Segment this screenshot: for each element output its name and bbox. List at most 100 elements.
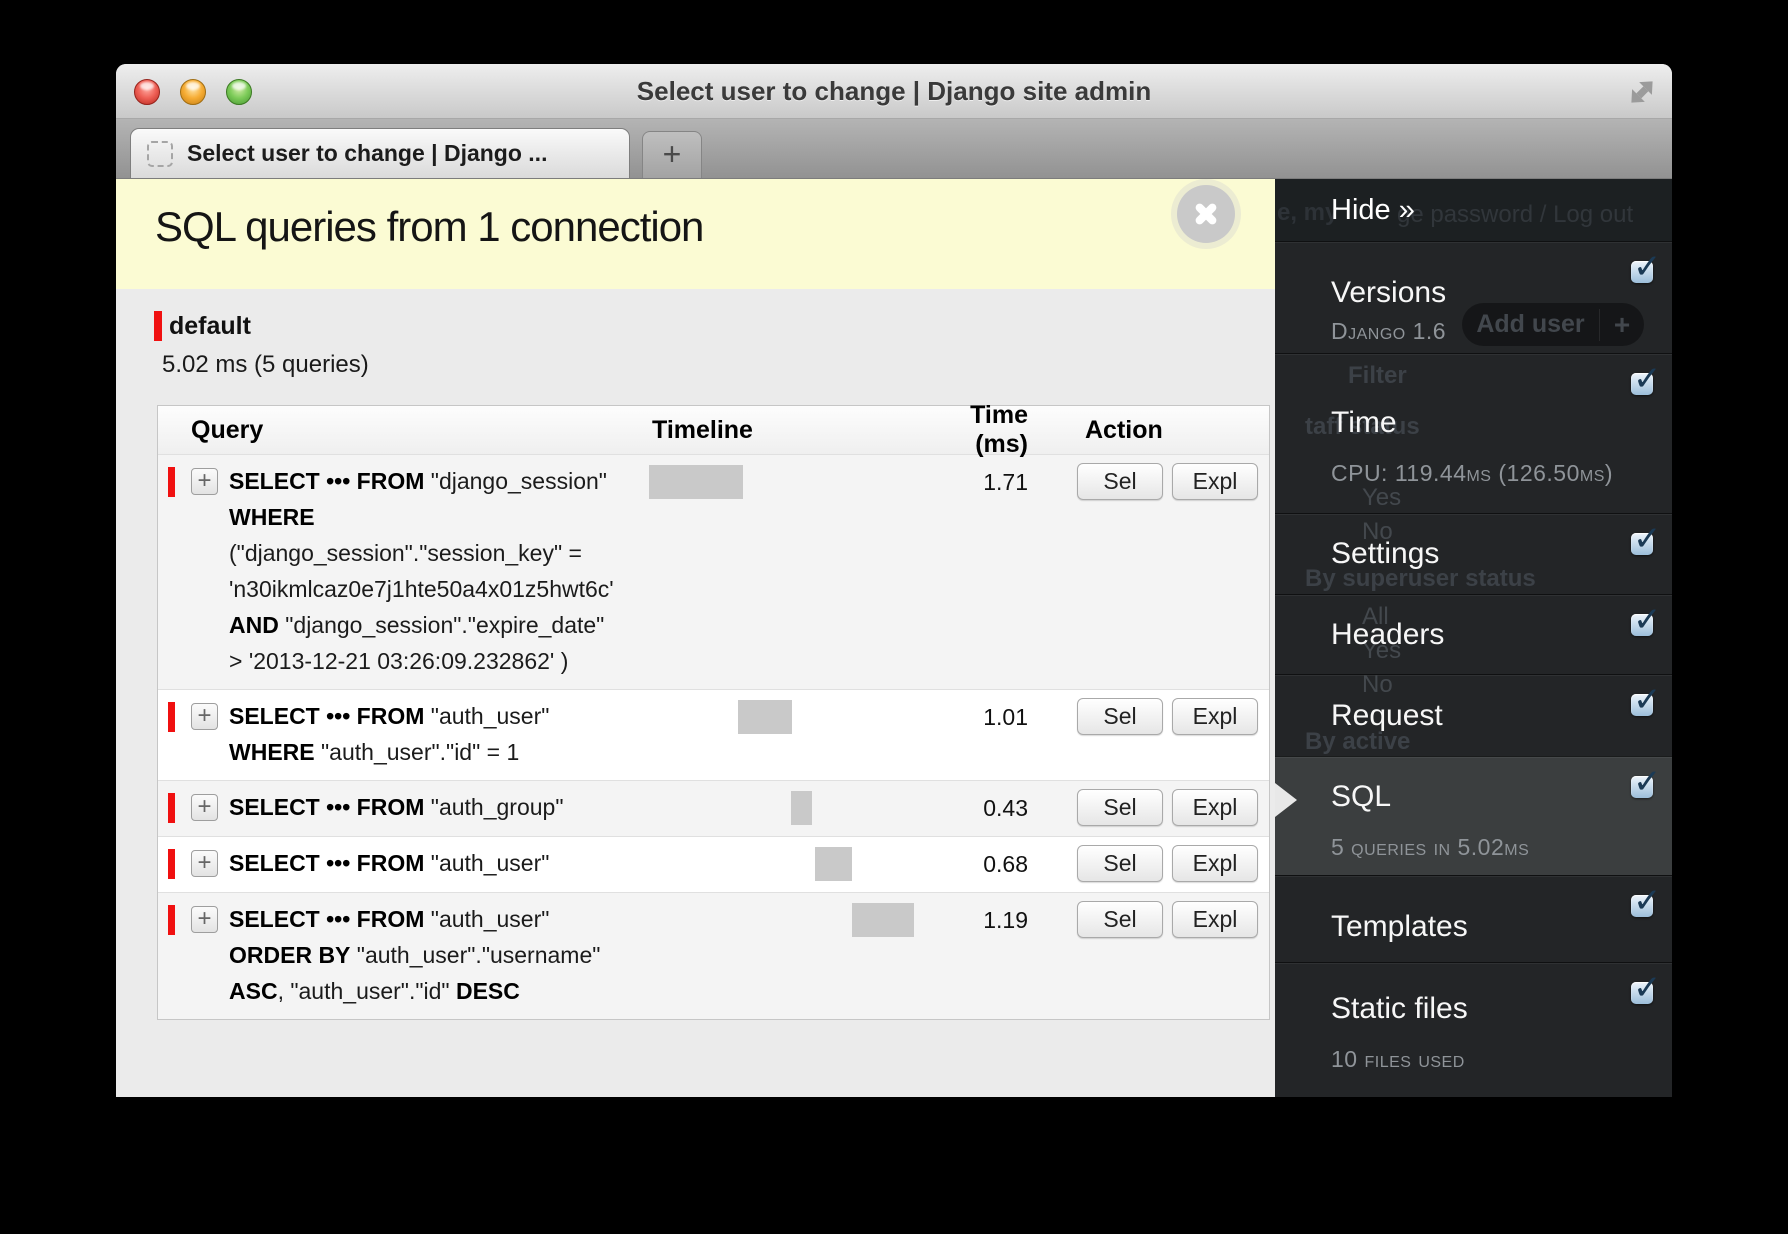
explain-button[interactable]: Expl: [1172, 463, 1258, 500]
section-title[interactable]: Versions: [1331, 276, 1672, 310]
tab-title: Select user to change | Django ...: [187, 140, 547, 167]
toolbar-section-templates[interactable]: Templates: [1275, 875, 1672, 962]
new-tab-button[interactable]: +: [642, 131, 702, 178]
connection-name: default: [169, 312, 251, 341]
toolbar-section-settings[interactable]: Settings: [1275, 513, 1672, 594]
col-header-query: Query: [158, 416, 628, 445]
panel-header: SQL queries from 1 connection: [116, 179, 1275, 289]
expand-query-button[interactable]: +: [191, 703, 218, 730]
expand-query-button[interactable]: +: [191, 468, 218, 495]
col-header-time: Time (ms): [918, 401, 1028, 459]
sql-text-line: SELECT ••• FROM "auth_user": [229, 698, 628, 734]
query-rows: + SELECT ••• FROM "django_session"WHERE("…: [158, 454, 1269, 1019]
col-header-timeline: Timeline: [628, 416, 918, 445]
sql-panel: SQL queries from 1 connection default 5.…: [116, 179, 1275, 1097]
connection-color-bar: [154, 311, 162, 341]
section-title[interactable]: Templates: [1331, 910, 1672, 944]
explain-button[interactable]: Expl: [1172, 789, 1258, 826]
query-row: + SELECT ••• FROM "auth_user" 0.68 SelExpl: [158, 836, 1269, 892]
section-checkbox-versions[interactable]: [1631, 261, 1653, 283]
sql-text-line: > '2013-12-21 03:26:09.232862' ): [229, 643, 628, 679]
sql-text-line: SELECT ••• FROM "auth_group": [229, 789, 628, 825]
section-checkbox-headers[interactable]: [1631, 614, 1653, 636]
sql-text-line: WHERE "auth_user"."id" = 1: [229, 734, 628, 770]
timeline-bar: [815, 847, 852, 881]
section-title[interactable]: Headers: [1331, 618, 1672, 652]
window-title: Select user to change | Django site admi…: [116, 64, 1672, 118]
select-button[interactable]: Sel: [1077, 789, 1163, 826]
sql-text-line: AND "django_session"."expire_date": [229, 607, 628, 643]
section-title[interactable]: Time: [1331, 406, 1672, 440]
sql-text-line: SELECT ••• FROM "django_session": [229, 463, 628, 499]
tab-bar: Select user to change | Django ... +: [116, 119, 1672, 179]
toolbar-section-static-files[interactable]: Static files 10 files used: [1275, 962, 1672, 1097]
hide-toolbar-link[interactable]: Hide »: [1331, 194, 1415, 227]
section-checkbox-static-files[interactable]: [1631, 982, 1653, 1004]
sql-text-line: SELECT ••• FROM "auth_user": [229, 845, 628, 881]
section-title[interactable]: SQL: [1331, 780, 1672, 814]
browser-tab[interactable]: Select user to change | Django ...: [130, 128, 630, 178]
section-title[interactable]: Request: [1331, 699, 1672, 733]
query-row: + SELECT ••• FROM "django_session"WHERE("…: [158, 454, 1269, 689]
section-checkbox-sql[interactable]: [1631, 776, 1653, 798]
section-checkbox-templates[interactable]: [1631, 895, 1653, 917]
query-time-ms: 1.01: [918, 698, 1028, 770]
toolbar-sections: Versions Django 1.6 Time CPU: 119.44ms (126…: [1275, 241, 1672, 1097]
toolbar-section-sql[interactable]: SQL 5 queries in 5.02ms: [1275, 756, 1672, 875]
connection-meta: default 5.02 ms (5 queries): [116, 289, 1275, 379]
query-color-bar: [168, 905, 175, 935]
query-time-ms: 0.43: [918, 789, 1028, 826]
section-checkbox-request[interactable]: [1631, 694, 1653, 716]
expand-query-button[interactable]: +: [191, 850, 218, 877]
query-color-bar: [168, 849, 175, 879]
timeline-bar: [852, 903, 914, 937]
section-title[interactable]: Static files: [1331, 992, 1672, 1026]
query-color-bar: [168, 467, 175, 497]
sql-text-line: ASC, "auth_user"."id" DESC: [229, 973, 628, 1009]
table-header-row: Query Timeline Time (ms) Action: [158, 406, 1269, 454]
query-time-ms: 0.68: [918, 845, 1028, 882]
query-row: + SELECT ••• FROM "auth_group" 0.43 SelExpl: [158, 780, 1269, 836]
explain-button[interactable]: Expl: [1172, 901, 1258, 938]
explain-button[interactable]: Expl: [1172, 698, 1258, 735]
favicon-placeholder-icon: [147, 141, 173, 167]
window-titlebar: Select user to change | Django site admi…: [116, 64, 1672, 119]
select-button[interactable]: Sel: [1077, 845, 1163, 882]
select-button[interactable]: Sel: [1077, 463, 1163, 500]
expand-query-button[interactable]: +: [191, 906, 218, 933]
sql-text-line: SELECT ••• FROM "auth_user": [229, 901, 628, 937]
query-time-ms: 1.19: [918, 901, 1028, 1009]
section-subtitle: CPU: 119.44ms (126.50ms): [1331, 460, 1672, 487]
timeline-bar: [791, 791, 812, 825]
query-row: + SELECT ••• FROM "auth_user"ORDER BY "au…: [158, 892, 1269, 1019]
section-subtitle: Django 1.6: [1331, 318, 1672, 345]
toolbar-section-headers[interactable]: Headers: [1275, 594, 1672, 674]
panel-title: SQL queries from 1 connection: [155, 203, 703, 251]
timeline-bar: [649, 465, 743, 499]
query-summary: 5.02 ms (5 queries): [162, 351, 1275, 379]
sql-text-line: WHERE: [229, 499, 628, 535]
query-row: + SELECT ••• FROM "auth_user"WHERE "auth_…: [158, 689, 1269, 780]
toolbar-section-request[interactable]: Request: [1275, 674, 1672, 756]
section-title[interactable]: Settings: [1331, 537, 1672, 571]
toolbar-header: Hide »: [1275, 179, 1672, 241]
select-button[interactable]: Sel: [1077, 698, 1163, 735]
section-subtitle: 10 files used: [1331, 1046, 1672, 1073]
close-panel-button[interactable]: [1177, 185, 1235, 243]
query-time-ms: 1.71: [918, 463, 1028, 679]
query-color-bar: [168, 793, 175, 823]
sql-text-line: ORDER BY "auth_user"."username": [229, 937, 628, 973]
col-header-action: Action: [1028, 416, 1163, 445]
toolbar-section-versions[interactable]: Versions Django 1.6: [1275, 241, 1672, 353]
sql-text-line: ("django_session"."session_key" =: [229, 535, 628, 571]
section-checkbox-time[interactable]: [1631, 373, 1653, 395]
query-table: Query Timeline Time (ms) Action + SELECT …: [157, 405, 1270, 1020]
section-subtitle: 5 queries in 5.02ms: [1331, 834, 1672, 861]
toolbar-section-time[interactable]: Time CPU: 119.44ms (126.50ms): [1275, 353, 1672, 513]
select-button[interactable]: Sel: [1077, 901, 1163, 938]
sql-text-line: 'n30ikmlcaz0e7j1hte50a4x01z5hwt6c': [229, 571, 628, 607]
timeline-bar: [738, 700, 792, 734]
expand-query-button[interactable]: +: [191, 794, 218, 821]
explain-button[interactable]: Expl: [1172, 845, 1258, 882]
section-checkbox-settings[interactable]: [1631, 533, 1653, 555]
